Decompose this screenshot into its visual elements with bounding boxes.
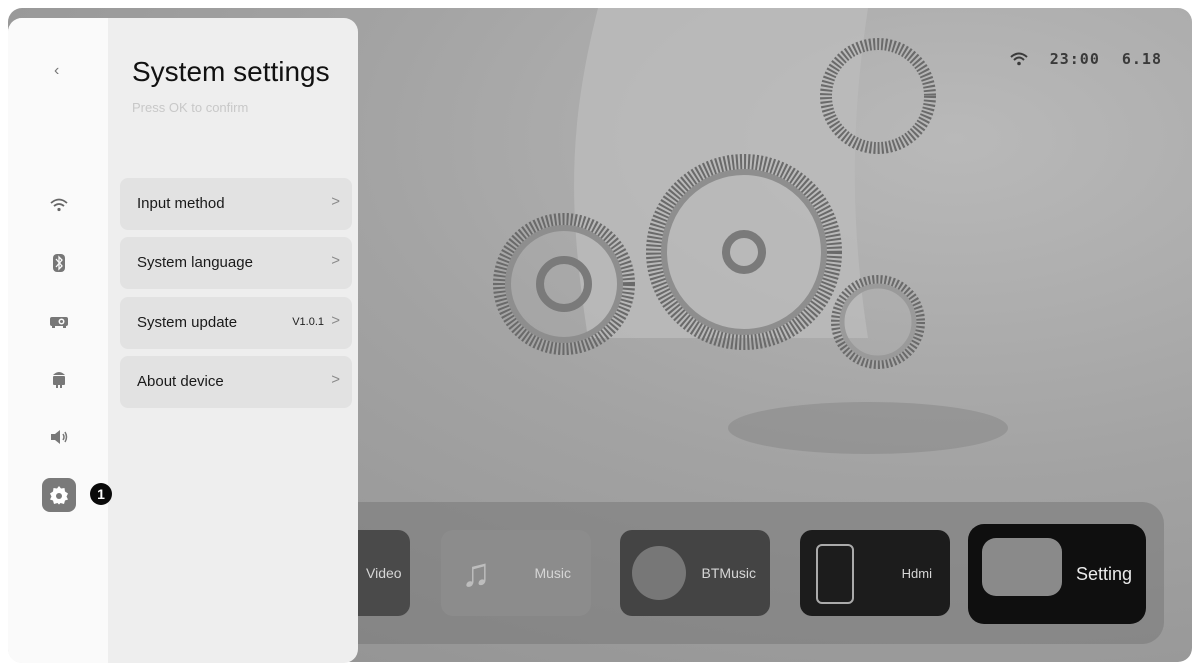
page-title: System settings [132,56,330,87]
wifi-icon [50,198,68,212]
gear-icon [50,486,68,505]
dock-app-label: BTMusic [701,565,756,581]
rail-item-network[interactable] [45,191,73,219]
speaker-icon [51,430,68,444]
rail-item-sound[interactable] [45,423,73,451]
menu-item-label: About device [137,373,224,390]
bluetooth-icon [53,254,65,272]
menu-item-system-update[interactable]: System update V1.0.1 > [120,297,352,349]
hdmi-port-icon [816,544,854,604]
chevron-right-icon: > [331,193,340,210]
android-icon [53,372,65,388]
chevron-right-icon: > [331,371,340,388]
settings-panel: ‹ System settings Press OK to confirm In… [8,18,358,663]
back-chevron-icon[interactable]: ‹ [54,62,59,80]
rail-item-system[interactable] [45,365,73,393]
rail-item-settings[interactable] [42,478,76,512]
callout-number-badge: 1 [90,483,112,505]
dock-app-music[interactable]: ♫ Music [441,530,591,616]
menu-item-input-method[interactable]: Input method > [120,178,352,230]
wifi-icon [1010,52,1028,66]
dock-app-setting[interactable]: Setting [968,524,1146,624]
dock-app-hdmi[interactable]: Hdmi [800,530,950,616]
version-value: V1.0.1 [292,316,324,328]
settings-category-rail: ‹ [8,18,108,663]
dock-app-label: Music [534,565,571,581]
status-bar: 23:00 6.18 [1010,50,1162,68]
setting-app-icon [982,538,1062,596]
dock-app-btmusic[interactable]: BTMusic [620,530,770,616]
clock-date: 6.18 [1121,50,1162,68]
music-note-icon: ♫ [461,550,491,595]
rail-item-projection[interactable] [45,307,73,335]
bluetooth-speaker-icon [632,546,686,600]
chevron-right-icon: > [331,252,340,269]
chevron-right-icon: > [331,312,340,329]
menu-item-label: System update [137,314,238,331]
menu-item-about-device[interactable]: About device > [120,356,352,408]
clock-time: 23:00 [1049,50,1100,68]
dock-app-label: Hdmi [901,565,932,581]
dock-app-label: Video [366,565,402,581]
projector-icon [50,317,68,328]
rail-item-bluetooth[interactable] [45,249,73,277]
menu-item-label: System language [137,254,253,271]
page-subtitle: Press OK to confirm [132,100,249,115]
dock-app-label: Setting [1075,563,1132,584]
menu-item-system-language[interactable]: System language > [120,237,352,289]
menu-item-label: Input method [137,195,225,212]
